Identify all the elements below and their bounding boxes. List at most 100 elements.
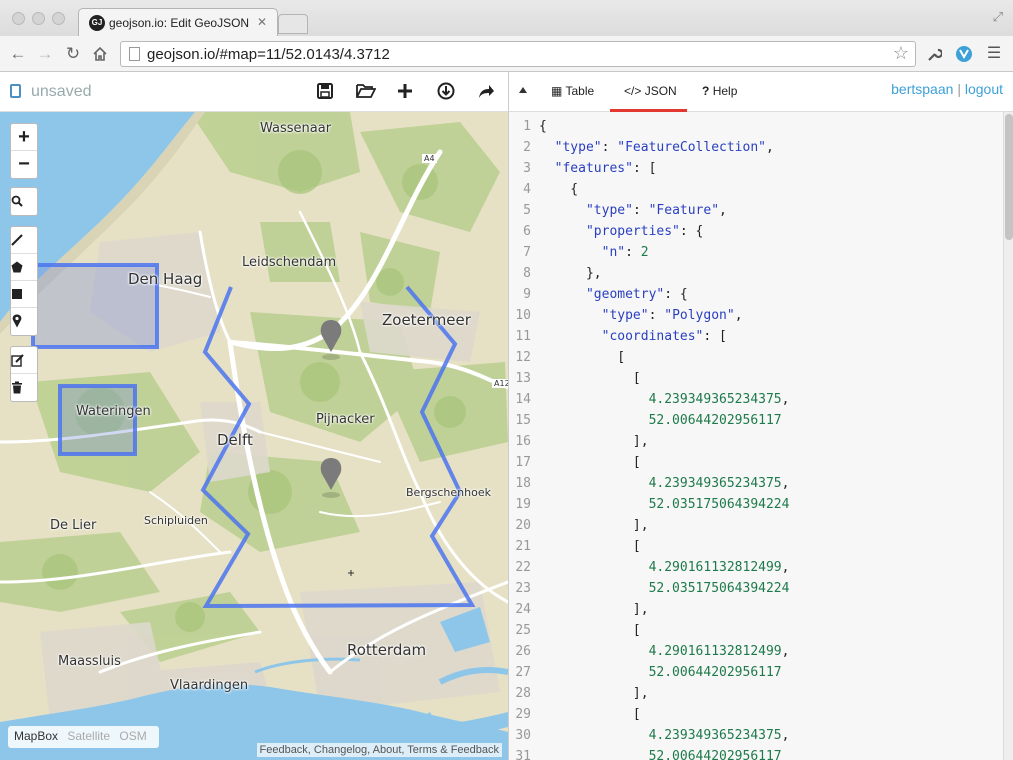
bookmark-star-icon[interactable]: ☆ — [893, 43, 909, 64]
layer-osm[interactable]: OSM — [119, 729, 146, 743]
tab-help[interactable]: ? Help — [702, 72, 752, 112]
layer-satellite[interactable]: Satellite — [67, 729, 110, 743]
share-icon[interactable] — [477, 82, 499, 104]
new-icon[interactable] — [396, 82, 418, 104]
browser-tab[interactable]: GJ geojson.io: Edit GeoJSON ✕ — [78, 8, 278, 36]
code-line[interactable]: 13 [ — [509, 368, 640, 389]
code-line[interactable]: 21 [ — [509, 536, 640, 557]
json-editor[interactable]: 1{2 "type": "FeatureCollection", 3 "featu… — [508, 112, 1013, 760]
code-token: ], — [539, 602, 649, 617]
code-line[interactable]: 7 "n": 2 — [509, 242, 648, 263]
username-link[interactable]: bertspaan — [891, 81, 953, 97]
code-line[interactable]: 28 ], — [509, 683, 648, 704]
edit-icon[interactable] — [11, 347, 37, 374]
code-line[interactable]: 26 4.290161132812499, — [509, 641, 789, 662]
save-icon[interactable] — [316, 82, 338, 104]
code-line[interactable]: 5 "type": "Feature", — [509, 200, 727, 221]
code-line[interactable]: 16 ], — [509, 431, 648, 452]
code-line[interactable]: 23 52.035175064394224 — [509, 578, 789, 599]
code-token: : — [625, 245, 641, 260]
zoom-out-icon[interactable]: − — [11, 151, 37, 178]
line-number: 18 — [515, 476, 531, 491]
trash-icon[interactable] — [11, 374, 37, 401]
tab-table[interactable]: ▦ Table — [551, 72, 609, 112]
code-token: , — [781, 560, 790, 575]
code-line[interactable]: 17 [ — [509, 452, 640, 473]
code-line[interactable]: 2 "type": "FeatureCollection", — [509, 137, 774, 158]
map-canvas[interactable]: Wassenaar Den Haag Leidschendam Zoeterme… — [0, 112, 508, 760]
minimize-window-button[interactable] — [32, 12, 45, 25]
code-line[interactable]: 29 [ — [509, 704, 640, 725]
draw-controls — [10, 226, 38, 336]
code-line[interactable]: 18 4.239349365234375, — [509, 473, 789, 494]
code-line[interactable]: 22 4.290161132812499, — [509, 557, 789, 578]
highway-shield-a4: A4 — [422, 154, 437, 163]
code-line[interactable]: 27 52.00644202956117 — [509, 662, 782, 683]
zoom-in-icon[interactable]: + — [11, 124, 37, 151]
code-line[interactable]: 31 52.00644202956117 — [509, 746, 781, 760]
code-token: 4.239349365234375 — [648, 476, 782, 491]
zoom-controls: + − — [10, 123, 38, 179]
code-token: "type" — [554, 140, 602, 155]
code-line[interactable]: 9 "geometry": { — [509, 284, 688, 305]
draw-polygon-icon[interactable] — [11, 254, 37, 281]
code-line[interactable]: 1{ — [509, 116, 547, 137]
code-line[interactable]: 20 ], — [509, 515, 649, 536]
download-icon[interactable] — [437, 82, 459, 104]
back-arrow-icon[interactable]: ← — [6, 42, 30, 66]
code-token: 52.00644202956117 — [648, 665, 782, 680]
draw-line-icon[interactable] — [11, 227, 37, 254]
file-icon — [10, 84, 21, 98]
line-number: 27 — [515, 665, 531, 680]
open-icon[interactable] — [356, 82, 378, 104]
code-line[interactable]: 6 "properties": { — [509, 221, 703, 242]
code-token: 4.290161132812499 — [648, 560, 782, 575]
code-line[interactable]: 12 [ — [509, 347, 625, 368]
tab-json[interactable]: </> JSON — [610, 72, 687, 112]
map-attribution[interactable]: Feedback, Changelog, About, Terms & Feed… — [256, 743, 502, 757]
code-line[interactable]: 10 "type": "Polygon", — [509, 305, 742, 326]
forward-arrow-icon[interactable]: → — [33, 42, 57, 66]
label-schipluiden: Schipluiden — [144, 514, 208, 527]
code-line[interactable]: 14 4.239349365234375, — [509, 389, 789, 410]
search-icon[interactable] — [11, 188, 37, 215]
fullscreen-icon[interactable]: ⤢ — [993, 9, 1003, 25]
code-token: { — [539, 119, 547, 134]
editor-scroll-thumb[interactable] — [1005, 114, 1013, 240]
code-line[interactable]: 11 "coordinates": [ — [509, 326, 727, 347]
document-name[interactable]: unsaved — [31, 83, 92, 101]
zoom-window-button[interactable] — [52, 12, 65, 25]
reload-icon[interactable]: ↻ — [61, 42, 85, 66]
menu-icon[interactable]: ☰ — [982, 42, 1006, 66]
line-number: 22 — [515, 560, 531, 575]
collapse-panel-icon[interactable] — [519, 87, 527, 93]
close-icon[interactable]: ✕ — [257, 15, 267, 29]
close-window-button[interactable] — [12, 12, 25, 25]
code-line[interactable]: 8 }, — [509, 263, 601, 284]
logout-link[interactable]: logout — [965, 81, 1003, 97]
code-line[interactable]: 30 4.239349365234375, — [509, 725, 789, 746]
draw-marker-icon[interactable] — [11, 308, 37, 335]
wrench-icon[interactable] — [922, 42, 946, 66]
new-tab-button[interactable] — [278, 14, 308, 34]
draw-rectangle-icon[interactable] — [11, 281, 37, 308]
code-line[interactable]: 19 52.035175064394224 — [509, 494, 789, 515]
address-bar[interactable]: geojson.io/#map=11/52.0143/4.3712 ☆ — [120, 41, 916, 67]
code-line[interactable]: 3 "features": [ — [509, 158, 656, 179]
line-number: 31 — [515, 749, 531, 760]
extension-icon[interactable] — [952, 42, 976, 66]
code-token: ], — [539, 518, 649, 533]
editor-scrollbar[interactable] — [1003, 112, 1013, 760]
code-token: "Feature" — [648, 203, 720, 218]
layer-mapbox[interactable]: MapBox — [14, 729, 58, 743]
code-line[interactable]: 15 52.00644202956117 — [509, 410, 781, 431]
code-line[interactable]: 25 [ — [509, 620, 640, 641]
code-line[interactable]: 4 { — [509, 179, 578, 200]
code-line[interactable]: 24 ], — [509, 599, 649, 620]
home-icon[interactable] — [88, 42, 112, 66]
